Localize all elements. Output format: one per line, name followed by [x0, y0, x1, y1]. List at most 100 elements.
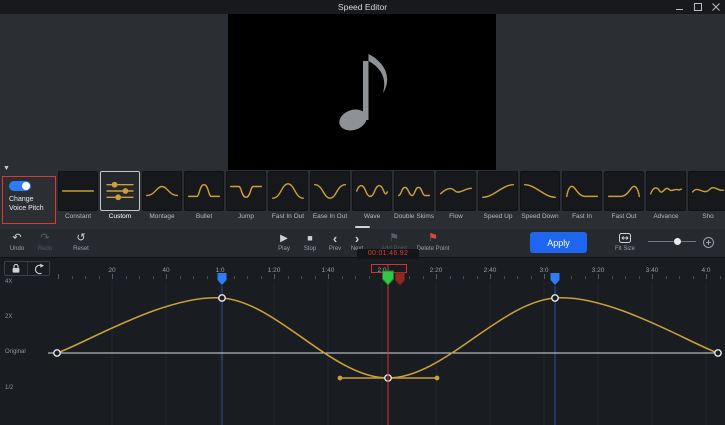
titlebar[interactable]: Speed Editor — [0, 0, 725, 14]
preset-sho[interactable]: Sho — [688, 171, 725, 223]
preset-speed-up[interactable]: Speed Up — [478, 171, 518, 223]
curve-point-4[interactable] — [715, 350, 721, 356]
keyframe-marker-1[interactable] — [551, 273, 560, 285]
play-icon: ▶ — [280, 232, 288, 245]
preset-label: Advance — [653, 213, 678, 220]
flag-red-icon: ⚑ — [428, 232, 438, 245]
preset-fast-in[interactable]: Fast In — [562, 171, 602, 223]
voice-pitch-label-line2: Voice Pitch — [9, 204, 55, 213]
voice-pitch-label-line1: Change — [9, 195, 55, 204]
playhead-timecode: 00:01:46.92 — [357, 249, 419, 259]
voice-pitch-toggle[interactable] — [9, 181, 31, 191]
reset-icon: ↺ — [76, 232, 85, 245]
minimize-icon[interactable] — [676, 3, 684, 11]
window-title: Speed Editor — [338, 2, 387, 12]
preset-curve-icon — [394, 171, 434, 211]
toolbar-button-label: Undo — [10, 246, 24, 252]
close-icon[interactable] — [712, 3, 720, 11]
preset-label: Speed Up — [484, 213, 513, 220]
prev-icon: ‹ — [333, 232, 337, 245]
playhead-marker[interactable] — [383, 271, 394, 285]
preset-custom[interactable]: Custom — [100, 171, 140, 223]
zoom-slider[interactable] — [648, 238, 696, 246]
prev-button[interactable]: ‹Prev — [324, 232, 346, 252]
maximize-icon[interactable] — [694, 3, 702, 11]
curve-point-0[interactable] — [54, 350, 60, 356]
preset-double-skims[interactable]: Double Skims — [394, 171, 434, 223]
preset-constant[interactable]: Constant — [58, 171, 98, 223]
keyframe-marker-0[interactable] — [218, 273, 227, 285]
zoom-slider-track — [648, 241, 696, 242]
fit-size-icon — [618, 232, 632, 245]
preset-label: Ease In Out — [313, 213, 347, 220]
zoom-slider-knob[interactable] — [674, 238, 681, 245]
video-preview — [228, 14, 496, 170]
preset-fast-out[interactable]: Fast Out — [604, 171, 644, 223]
preset-curve-icon — [100, 171, 140, 211]
preset-label: Fast Out — [612, 213, 637, 220]
window-controls — [676, 0, 720, 14]
preset-curve-icon — [184, 171, 224, 211]
undo-button[interactable]: ↶Undo — [4, 232, 30, 252]
preset-label: Montage — [149, 213, 174, 220]
play-button[interactable]: ▶Play — [271, 232, 297, 252]
toolbar-button-label: Stop — [304, 246, 316, 252]
zoom-in-icon[interactable] — [702, 236, 715, 249]
stop-button[interactable]: ■Stop — [297, 232, 323, 252]
preset-speed-down[interactable]: Speed Down — [520, 171, 560, 223]
toolbar-button-label: Delete Point — [417, 246, 450, 252]
stop-icon: ■ — [307, 232, 312, 245]
preset-wave[interactable]: Wave — [352, 171, 392, 223]
redo-button[interactable]: ↷Redo — [32, 232, 58, 252]
secondary-marker[interactable] — [396, 273, 405, 285]
preset-flow[interactable]: Flow — [436, 171, 476, 223]
preset-label: Jump — [238, 213, 254, 220]
curve-point-1[interactable] — [219, 295, 225, 301]
preset-curve-icon — [520, 171, 560, 211]
preset-curve-icon — [352, 171, 392, 211]
preset-curve-icon — [310, 171, 350, 211]
undo-icon: ↶ — [12, 232, 21, 245]
toolbar-button-label: Prev — [329, 246, 341, 252]
preset-curve-icon — [646, 171, 686, 211]
flag-icon: ⚑ — [389, 232, 399, 245]
preset-curve-icon — [142, 171, 182, 211]
preset-fast-in-out[interactable]: Fast In Out — [268, 171, 308, 223]
toolbar-button-label: Reset — [73, 246, 89, 252]
preset-bullet[interactable]: Bullet — [184, 171, 224, 223]
toolbar-button-label: Redo — [38, 246, 52, 252]
preset-scrollbar[interactable] — [355, 226, 370, 228]
toggle-knob — [22, 182, 30, 190]
preset-montage[interactable]: Montage — [142, 171, 182, 223]
redo-icon: ↷ — [40, 232, 49, 245]
preset-curve-icon — [58, 171, 98, 211]
preset-label: Sho — [702, 213, 714, 220]
curve-point-3[interactable] — [552, 295, 558, 301]
preset-advance[interactable]: Advance — [646, 171, 686, 223]
music-note-icon — [323, 48, 401, 136]
apply-button[interactable]: Apply — [530, 232, 587, 253]
fit-size-label: Fit Size — [615, 246, 635, 252]
speed-editor-window: Speed Editor ▼ Change Voice Pitch Consta… — [0, 0, 725, 425]
preset-label: Bullet — [196, 213, 212, 220]
voice-pitch-panel: Change Voice Pitch — [2, 176, 56, 224]
preset-label: Fast In — [572, 213, 592, 220]
preset-curve-icon — [562, 171, 602, 211]
preset-label: Custom — [109, 213, 131, 220]
preset-curve-icon — [226, 171, 266, 211]
preset-curve-icon — [478, 171, 518, 211]
preset-curve-icon — [604, 171, 644, 211]
preset-label: Speed Down — [521, 213, 558, 220]
collapse-arrow-icon[interactable]: ▼ — [3, 165, 10, 173]
preset-list: Constant Custom Montage Bullet Jump Fast In O… — [58, 171, 725, 223]
preset-curve-icon — [688, 171, 725, 211]
curve-canvas[interactable] — [0, 258, 725, 425]
preset-label: Fast In Out — [272, 213, 304, 220]
preset-ease-in-out[interactable]: Ease In Out — [310, 171, 350, 223]
reset-button[interactable]: ↺Reset — [68, 232, 94, 252]
preset-label: Constant — [65, 213, 91, 220]
next-icon: › — [355, 232, 359, 245]
preset-label: Wave — [364, 213, 380, 220]
fit-size-button[interactable]: Fit Size — [608, 232, 642, 252]
preset-jump[interactable]: Jump — [226, 171, 266, 223]
